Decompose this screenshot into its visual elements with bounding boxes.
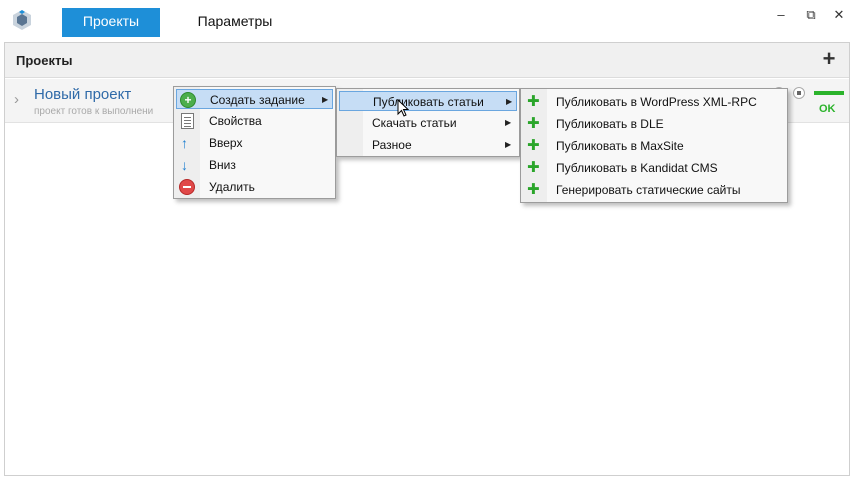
arrow-up-icon	[179, 134, 195, 152]
menu-item-generate-static[interactable]: Генерировать статические сайты	[523, 180, 785, 200]
status-indicator	[814, 91, 844, 95]
status-badge: OK	[819, 103, 836, 115]
puzzle-icon	[526, 114, 542, 134]
publish-submenu: Публиковать в WordPress XML-RPC Публиков…	[520, 88, 788, 203]
menu-item-misc[interactable]: Разное ▶	[339, 135, 517, 155]
menu-item-move-down[interactable]: Вниз	[176, 155, 333, 175]
puzzle-icon	[526, 158, 542, 178]
menu-item-publish-articles[interactable]: Публиковать статьи ▶	[339, 91, 517, 111]
menu-item-move-up[interactable]: Вверх	[176, 133, 333, 153]
menu-item-publish-wordpress[interactable]: Публиковать в WordPress XML-RPC	[523, 92, 785, 112]
context-menu: Создать задание ▶ Свойства Вверх Вниз Уд…	[173, 86, 336, 199]
add-project-button[interactable]: +	[819, 48, 839, 70]
app-logo-icon	[13, 10, 31, 30]
menu-item-publish-maxsite[interactable]: Публиковать в MaxSite	[523, 136, 785, 156]
tab-parameters[interactable]: Параметры	[186, 8, 284, 34]
delete-icon	[179, 179, 195, 195]
puzzle-icon	[526, 136, 542, 156]
minimize-button[interactable]: –	[770, 6, 792, 24]
menu-item-create-task[interactable]: Создать задание ▶	[176, 89, 333, 110]
project-status-text: проект готов к выполнени	[34, 106, 154, 117]
submenu-arrow-icon: ▶	[505, 140, 512, 149]
properties-icon	[181, 113, 194, 129]
submenu-arrow-icon: ▶	[505, 118, 512, 127]
create-task-submenu: Публиковать статьи ▶ Скачать статьи ▶ Ра…	[336, 88, 520, 157]
panel-title: Проекты	[16, 53, 73, 68]
add-icon	[180, 90, 196, 110]
menu-item-delete[interactable]: Удалить	[176, 177, 333, 197]
menu-item-download-articles[interactable]: Скачать статьи ▶	[339, 113, 517, 133]
submenu-arrow-icon: ▶	[506, 97, 513, 106]
project-name[interactable]: Новый проект	[34, 86, 131, 103]
menu-item-properties[interactable]: Свойства	[176, 111, 333, 131]
stop-icon[interactable]	[793, 87, 805, 99]
close-button[interactable]: ✕	[828, 6, 850, 24]
chevron-right-icon[interactable]: ›	[14, 91, 19, 108]
menu-item-publish-dle[interactable]: Публиковать в DLE	[523, 114, 785, 134]
maximize-button[interactable]: ⧉	[800, 6, 822, 24]
arrow-down-icon	[179, 156, 195, 174]
mouse-cursor-icon	[397, 99, 409, 117]
submenu-arrow-icon: ▶	[322, 95, 329, 104]
puzzle-icon	[526, 180, 542, 200]
menu-item-publish-kandidat[interactable]: Публиковать в Kandidat CMS	[523, 158, 785, 178]
panel-header: Проекты +	[5, 43, 849, 78]
puzzle-icon	[526, 92, 542, 112]
tab-projects[interactable]: Проекты	[62, 8, 160, 37]
title-bar: Проекты Параметры – ⧉ ✕	[0, 0, 854, 40]
